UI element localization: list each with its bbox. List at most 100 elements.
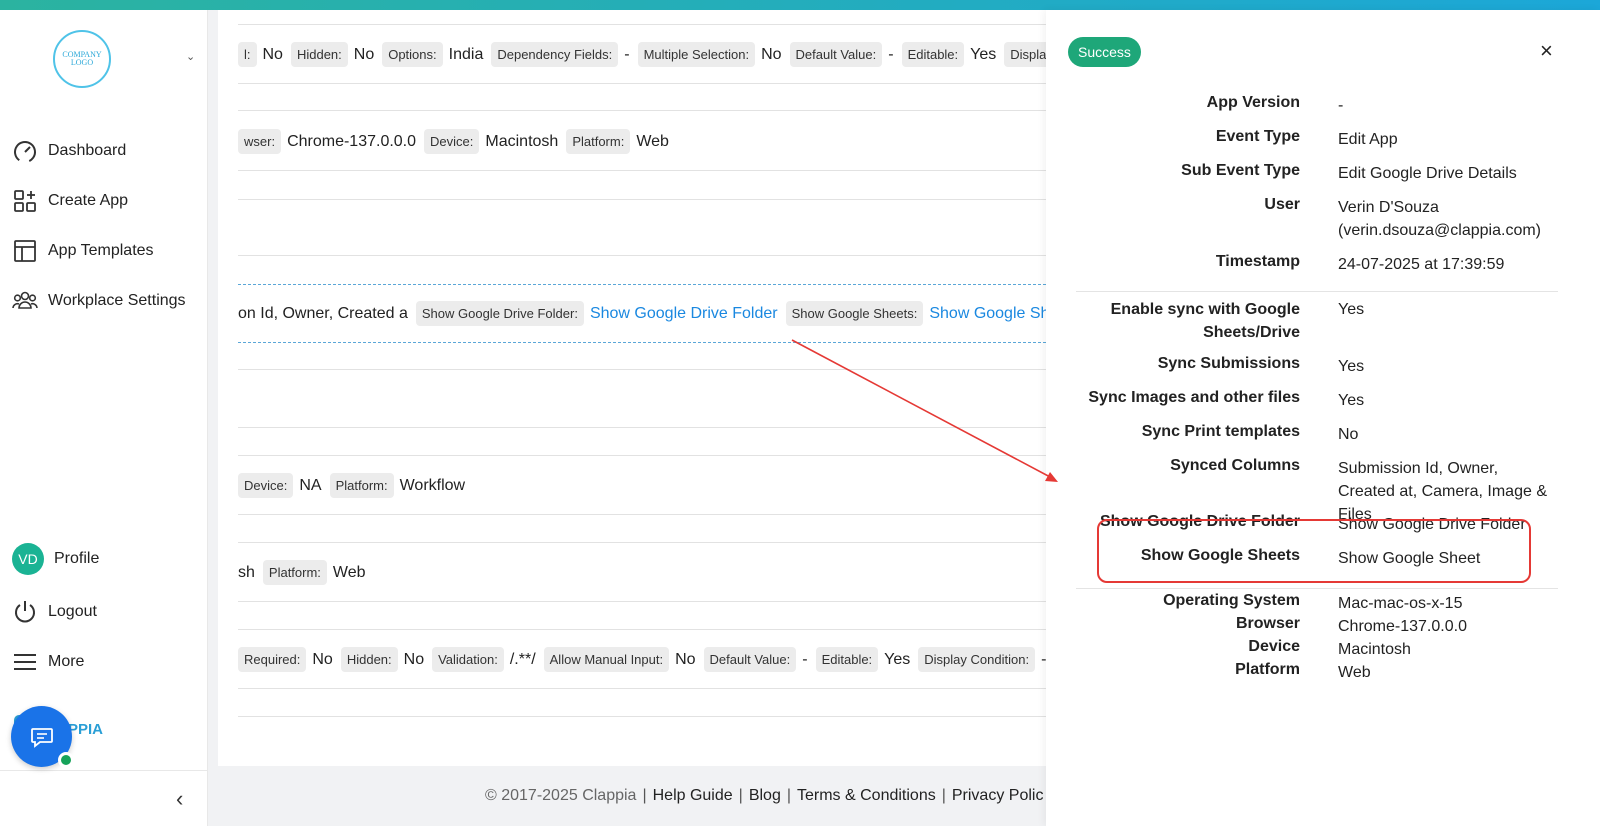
collapse-sidebar-icon[interactable]: ‹ (176, 786, 183, 812)
detail-label: Event Type (1215, 128, 1300, 145)
close-icon[interactable]: × (1540, 38, 1553, 64)
field-value: No (761, 45, 782, 63)
online-status-dot (58, 752, 74, 768)
divider (0, 770, 207, 771)
footer: © 2017-2025 Clappia | Help Guide | Blog … (208, 766, 1046, 826)
field-label: Hidden: (340, 647, 398, 672)
sidebar-item-create-app[interactable]: Create App (12, 188, 128, 214)
chat-icon (30, 727, 53, 748)
avatar: VD (12, 543, 44, 575)
footer-separator: | (941, 787, 946, 804)
privacy-link[interactable]: Privacy Polic (952, 787, 1044, 805)
templates-icon (14, 240, 36, 262)
users-icon (12, 291, 38, 309)
detail-value: Mac-mac-os-x-15 (1338, 595, 1463, 612)
sidebar-item-label: Dashboard (48, 142, 127, 159)
divider (1076, 588, 1558, 589)
sidebar-item-app-templates[interactable]: App Templates (12, 238, 154, 264)
divider (238, 170, 1046, 171)
divider (238, 716, 1046, 717)
google-sheet-link[interactable]: Show Google Sheet (929, 305, 1046, 323)
sidebar-item-label: Logout (48, 603, 97, 620)
field-value: Yes (884, 650, 911, 668)
power-icon (15, 601, 35, 623)
list-item[interactable]: Device: NA Platform: Workflow (238, 473, 1046, 498)
detail-label: Sub Event Type (1181, 162, 1300, 179)
field-label: Default Value: (789, 42, 883, 67)
list-item[interactable]: l: No Hidden: No Options: India Dependency … (238, 42, 1046, 67)
detail-label: Sync Images and other files (1088, 389, 1300, 406)
list-item[interactable]: sh Platform: Web (238, 560, 1046, 585)
detail-value: 24-07-2025 at 17:39:59 (1338, 256, 1505, 273)
detail-value: Edit Google Drive Details (1338, 165, 1517, 182)
detail-value: Chrome-137.0.0.0 (1338, 618, 1467, 635)
selected-row-border (238, 342, 1046, 343)
field-value: NA (299, 476, 322, 494)
field-value: - (802, 650, 808, 668)
divider (238, 110, 1046, 111)
field-label: Platform: (262, 560, 327, 585)
field-label: Platform: (566, 129, 631, 154)
field-label: Editable: (901, 42, 965, 67)
detail-value: Edit App (1338, 131, 1398, 148)
sidebar-item-logout[interactable]: Logout (12, 599, 97, 625)
detail-label: Timestamp (1215, 253, 1300, 270)
detail-label: Sync Print templates (1141, 423, 1300, 440)
status-badge: Success (1068, 37, 1141, 67)
list-item-selected[interactable]: on Id, Owner, Created a Show Google Driv… (238, 301, 1046, 326)
detail-label: Browser (1235, 615, 1300, 632)
sidebar-item-workplace-settings[interactable]: Workplace Settings (12, 288, 186, 314)
field-label: Platform: (329, 473, 394, 498)
divider (238, 688, 1046, 689)
footer-separator: | (642, 787, 647, 804)
sidebar: COMPANY LOGO ⌄ Dashboard Create App App … (0, 10, 208, 826)
chevron-down-icon[interactable]: ⌄ (186, 50, 195, 63)
field-label: Device: (238, 473, 294, 498)
sidebar-item-label: Workplace Settings (48, 292, 186, 309)
field-value: No (262, 45, 283, 63)
detail-label: Operating System (1163, 592, 1300, 609)
detail-label: Device (1248, 638, 1300, 655)
field-value: Web (636, 132, 669, 150)
divider (238, 601, 1046, 602)
sidebar-item-label: Create App (48, 192, 129, 209)
detail-value: Web (1338, 664, 1371, 681)
field-value: /.**/ (509, 650, 536, 668)
list-item[interactable]: Required: No Hidden: No Validation: /.**/ A… (238, 647, 1046, 672)
footer-separator: | (786, 787, 791, 804)
detail-value: Macintosh (1338, 641, 1411, 658)
field-value: Yes (970, 45, 997, 63)
sidebar-item-more[interactable]: More (12, 649, 84, 675)
blog-link[interactable]: Blog (749, 787, 781, 805)
help-guide-link[interactable]: Help Guide (653, 787, 733, 805)
field-value: India (448, 45, 484, 63)
company-logo[interactable]: COMPANY LOGO (53, 30, 111, 88)
sidebar-item-label: More (48, 653, 85, 670)
divider (238, 427, 1046, 428)
sidebar-item-profile[interactable]: VD Profile (12, 543, 99, 575)
field-label: Display Condition: (918, 647, 1036, 672)
detail-label: Sync Submissions (1157, 355, 1300, 372)
field-value: Macintosh (485, 132, 559, 150)
divider (238, 255, 1046, 256)
sidebar-item-label: Profile (54, 550, 100, 567)
dashboard-icon (14, 141, 36, 163)
field-value: - (624, 45, 630, 63)
event-detail-panel: Success × App Version - Event Type Edit Ap… (1046, 10, 1600, 826)
field-label: Allow Manual Input: (543, 647, 670, 672)
field-value: - (888, 45, 894, 63)
detail-label: Enable sync with Google Sheets/Drive (1110, 301, 1300, 341)
field-value: No (403, 650, 425, 668)
list-item[interactable]: wser: Chrome-137.0.0.0 Device: Macintosh P… (238, 129, 1046, 154)
create-app-icon (14, 190, 36, 212)
field-label: Show Google Sheets: (785, 301, 924, 326)
divider (238, 369, 1046, 370)
field-label: wser: (238, 129, 282, 154)
drive-folder-link[interactable]: Show Google Drive Folder (590, 305, 778, 323)
terms-link[interactable]: Terms & Conditions (797, 787, 936, 805)
copyright-text: © 2017-2025 Clappia (485, 787, 637, 804)
detail-label: User (1264, 196, 1300, 213)
field-label: Hidden: (290, 42, 348, 67)
field-value: Workflow (399, 476, 466, 494)
sidebar-item-dashboard[interactable]: Dashboard (12, 138, 126, 164)
